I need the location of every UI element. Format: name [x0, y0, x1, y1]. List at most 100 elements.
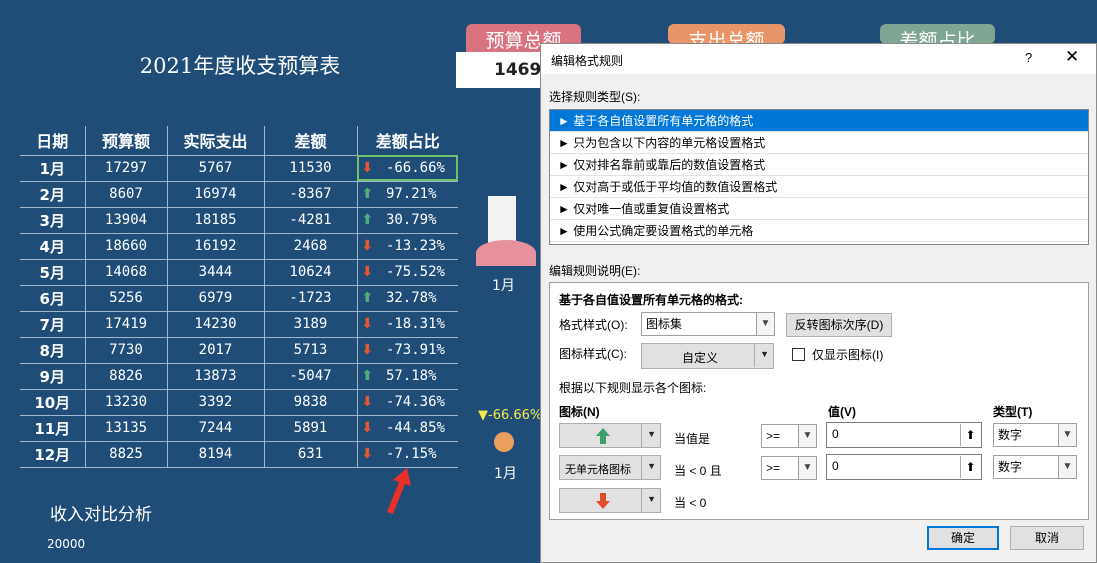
actual-cell[interactable]: 3392 — [167, 389, 265, 416]
icon2-select[interactable]: 无单元格图标 ▼ — [559, 455, 661, 480]
budget-cell[interactable]: 14068 — [85, 259, 168, 286]
pct-value: -74.36% — [385, 394, 445, 410]
actual-cell[interactable]: 6979 — [167, 285, 265, 312]
icon1-select[interactable]: ▼ — [559, 423, 661, 448]
rule-type-item[interactable]: ► 仅对唯一值或重复值设置格式 — [550, 198, 1088, 220]
month-cell[interactable]: 6月 — [20, 285, 86, 312]
budget-cell[interactable]: 5256 — [85, 285, 168, 312]
actual-cell[interactable]: 16192 — [167, 233, 265, 260]
diff-cell[interactable]: 10624 — [264, 259, 358, 286]
rule2-value-input[interactable]: 0 ⬆ — [826, 454, 982, 480]
diff-cell[interactable]: -1723 — [264, 285, 358, 312]
month-cell[interactable]: 1月 — [20, 155, 86, 182]
pct-cell[interactable]: ⬆ 97.21% — [357, 181, 458, 208]
diff-cell[interactable]: 2468 — [264, 233, 358, 260]
pct-cell[interactable]: ⬇ -75.52% — [357, 259, 458, 286]
pct-cell[interactable]: ⬇ -13.23% — [357, 233, 458, 260]
rule1-value-input[interactable]: 0 ⬆ — [826, 422, 982, 448]
pct-cell[interactable]: ⬆ 32.78% — [357, 285, 458, 312]
down-arrow-icon: ⬇ — [361, 264, 374, 280]
cancel-button[interactable]: 取消 — [1010, 526, 1084, 550]
month-cell[interactable]: 4月 — [20, 233, 86, 260]
month-cell[interactable]: 12月 — [20, 441, 86, 468]
actual-cell[interactable]: 3444 — [167, 259, 265, 286]
rule-type-list[interactable]: ► 基于各自值设置所有单元格的格式 ► 只为包含以下内容的单元格设置格式 ► 仅… — [549, 109, 1089, 245]
range-picker-icon[interactable]: ⬆ — [960, 424, 980, 446]
rule-type-item[interactable]: ► 只为包含以下内容的单元格设置格式 — [550, 132, 1088, 154]
budget-cell[interactable]: 17297 — [85, 155, 168, 182]
budget-cell[interactable]: 17419 — [85, 311, 168, 338]
format-style-select[interactable]: 图标集 ▼ — [641, 312, 775, 336]
diff-cell[interactable]: 11530 — [264, 155, 358, 182]
month-cell[interactable]: 10月 — [20, 389, 86, 416]
close-icon[interactable]: ✕ — [1065, 47, 1079, 67]
rule2-operator-select[interactable]: >= ▼ — [761, 456, 817, 480]
month-cell[interactable]: 2月 — [20, 181, 86, 208]
pct-value: -66.66% — [385, 160, 445, 176]
diff-cell[interactable]: -4281 — [264, 207, 358, 234]
diff-cell[interactable]: 631 — [264, 441, 358, 468]
range-picker-icon[interactable]: ⬆ — [960, 456, 980, 478]
budget-cell[interactable]: 8607 — [85, 181, 168, 208]
budget-cell[interactable]: 8826 — [85, 363, 168, 390]
rule-type-item[interactable]: ► 基于各自值设置所有单元格的格式 — [550, 110, 1088, 132]
actual-cell[interactable]: 16974 — [167, 181, 265, 208]
month-cell[interactable]: 8月 — [20, 337, 86, 364]
rule2-type-select[interactable]: 数字 ▼ — [993, 455, 1077, 479]
actual-cell[interactable]: 2017 — [167, 337, 265, 364]
diff-cell[interactable]: 9838 — [264, 389, 358, 416]
budget-cell[interactable]: 8825 — [85, 441, 168, 468]
down-arrow-icon: ⬇ — [361, 394, 374, 410]
pct-cell[interactable]: ⬆ 30.79% — [357, 207, 458, 234]
month-cell[interactable]: 3月 — [20, 207, 86, 234]
rule1-operator-select[interactable]: >= ▼ — [761, 424, 817, 448]
ok-button[interactable]: 确定 — [927, 526, 999, 550]
reverse-icon-order-button[interactable]: 反转图标次序(D) — [786, 313, 892, 337]
col-pct[interactable]: 差额占比 — [357, 126, 458, 156]
diff-cell[interactable]: -5047 — [264, 363, 358, 390]
pct-value: -73.91% — [385, 342, 445, 358]
pct-cell[interactable]: ⬆ 57.18% — [357, 363, 458, 390]
show-icon-only-checkbox[interactable] — [792, 348, 805, 361]
pct-cell[interactable]: ⬇ -7.15% — [357, 441, 458, 468]
pct-cell[interactable]: ⬇ -66.66% — [357, 155, 458, 182]
col-diff[interactable]: 差额 — [264, 126, 358, 156]
budget-cell[interactable]: 13230 — [85, 389, 168, 416]
pct-value: 32.78% — [385, 290, 437, 306]
month-cell[interactable]: 9月 — [20, 363, 86, 390]
col-actual[interactable]: 实际支出 — [167, 126, 265, 156]
month-cell[interactable]: 11月 — [20, 415, 86, 442]
rule-type-item[interactable]: ► 仅对高于或低于平均值的数值设置格式 — [550, 176, 1088, 198]
icon3-select[interactable]: ▼ — [559, 488, 661, 513]
diff-cell[interactable]: 5891 — [264, 415, 358, 442]
rule-type-item[interactable]: ► 使用公式确定要设置格式的单元格 — [550, 220, 1088, 242]
diff-cell[interactable]: 3189 — [264, 311, 358, 338]
month-cell[interactable]: 5月 — [20, 259, 86, 286]
pct-cell[interactable]: ⬇ -74.36% — [357, 389, 458, 416]
rule-type-item[interactable]: ► 仅对排名靠前或靠后的数值设置格式 — [550, 154, 1088, 176]
pct-value: 97.21% — [385, 186, 437, 202]
pct-cell[interactable]: ⬇ -44.85% — [357, 415, 458, 442]
actual-cell[interactable]: 13873 — [167, 363, 265, 390]
budget-cell[interactable]: 18660 — [85, 233, 168, 260]
diff-cell[interactable]: -8367 — [264, 181, 358, 208]
actual-cell[interactable]: 7244 — [167, 415, 265, 442]
budget-cell[interactable]: 13904 — [85, 207, 168, 234]
actual-cell[interactable]: 18185 — [167, 207, 265, 234]
diff-cell[interactable]: 5713 — [264, 337, 358, 364]
icon-style-select[interactable]: 自定义 ▼ — [641, 343, 774, 369]
actual-cell[interactable]: 5767 — [167, 155, 265, 182]
col-budget[interactable]: 预算额 — [85, 126, 168, 156]
pct-cell[interactable]: ⬇ -73.91% — [357, 337, 458, 364]
actual-cell[interactable]: 8194 — [167, 441, 265, 468]
pct-cell[interactable]: ⬇ -18.31% — [357, 311, 458, 338]
pct-value: -13.23% — [385, 238, 445, 254]
actual-cell[interactable]: 14230 — [167, 311, 265, 338]
budget-cell[interactable]: 13135 — [85, 415, 168, 442]
help-button[interactable]: ? — [1025, 50, 1032, 65]
budget-cell[interactable]: 7730 — [85, 337, 168, 364]
month-cell[interactable]: 7月 — [20, 311, 86, 338]
format-style-label: 格式样式(O): — [559, 318, 628, 332]
col-date[interactable]: 日期 — [20, 126, 86, 156]
rule1-type-select[interactable]: 数字 ▼ — [993, 423, 1077, 447]
